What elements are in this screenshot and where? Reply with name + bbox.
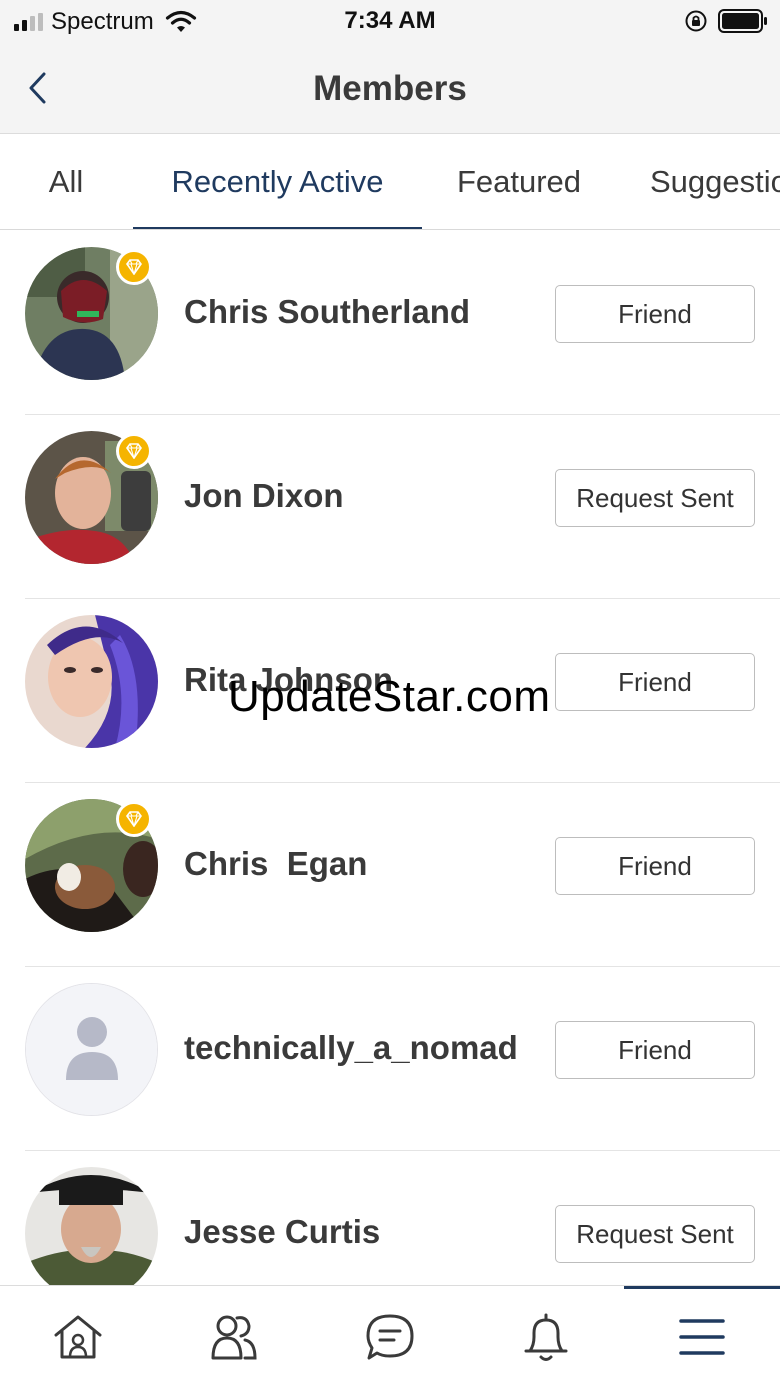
list-item[interactable]: technically_a_nomad Friend [0,967,780,1151]
status-time: 7:34 AM [344,7,436,34]
member-name[interactable]: Jon Dixon [184,477,344,515]
tab-recently-active[interactable]: Recently Active [133,134,422,229]
status-bar: Spectrum 7:34 AM [0,0,780,44]
friend-button[interactable]: Friend [555,285,755,343]
member-name[interactable]: Jesse Curtis [184,1213,380,1251]
nav-messages[interactable] [312,1286,468,1387]
messages-icon [366,1314,414,1360]
avatar[interactable] [25,983,158,1116]
request-sent-button[interactable]: Request Sent [555,469,755,527]
tab-suggestions[interactable]: Suggestions [650,134,780,229]
nav-groups[interactable] [156,1286,312,1387]
groups-icon [211,1315,257,1360]
premium-badge-icon [116,433,152,469]
avatar[interactable] [25,615,158,748]
member-list: Chris Southerland Friend Jon Dixon Reque… [0,231,780,1335]
list-item[interactable]: Chris Southerland Friend [0,231,780,415]
default-user-icon [26,984,157,1115]
friend-button[interactable]: Friend [555,1021,755,1079]
tab-label: Featured [456,164,582,199]
member-name[interactable]: Chris Southerland [184,293,470,331]
list-item[interactable]: Jon Dixon Request Sent [0,415,780,599]
tab-featured[interactable]: Featured [440,134,598,229]
member-name[interactable]: technically_a_nomad [184,1029,518,1067]
member-tabs: All Recently Active Featured Suggestions [0,134,780,230]
friend-button[interactable]: Friend [555,837,755,895]
tab-label: Suggestions [650,164,780,199]
member-name[interactable]: Chris Egan [184,845,367,883]
tab-all[interactable]: All [20,134,112,229]
premium-badge-icon [116,249,152,285]
battery-icon [718,9,767,33]
active-nav-indicator [624,1286,780,1289]
menu-icon [679,1319,725,1355]
orientation-lock-icon [685,10,707,32]
avatar[interactable] [25,1167,158,1300]
notifications-icon [524,1313,568,1361]
request-sent-button[interactable]: Request Sent [555,1205,755,1263]
nav-home[interactable] [0,1286,156,1387]
friend-button[interactable]: Friend [555,653,755,711]
watermark-text: UpdateStar.com [228,672,551,721]
nav-menu[interactable] [624,1286,780,1387]
page-title: Members [313,69,467,108]
premium-badge-icon [116,801,152,837]
navigation-header: Members [0,44,780,134]
list-item[interactable]: Chris Egan Friend [0,783,780,967]
nav-notifications[interactable] [468,1286,624,1387]
home-icon [54,1315,102,1359]
tab-label: All [48,164,84,199]
tab-label: Recently Active [171,164,384,199]
bottom-tab-bar [0,1285,780,1387]
active-tab-indicator [133,227,422,229]
